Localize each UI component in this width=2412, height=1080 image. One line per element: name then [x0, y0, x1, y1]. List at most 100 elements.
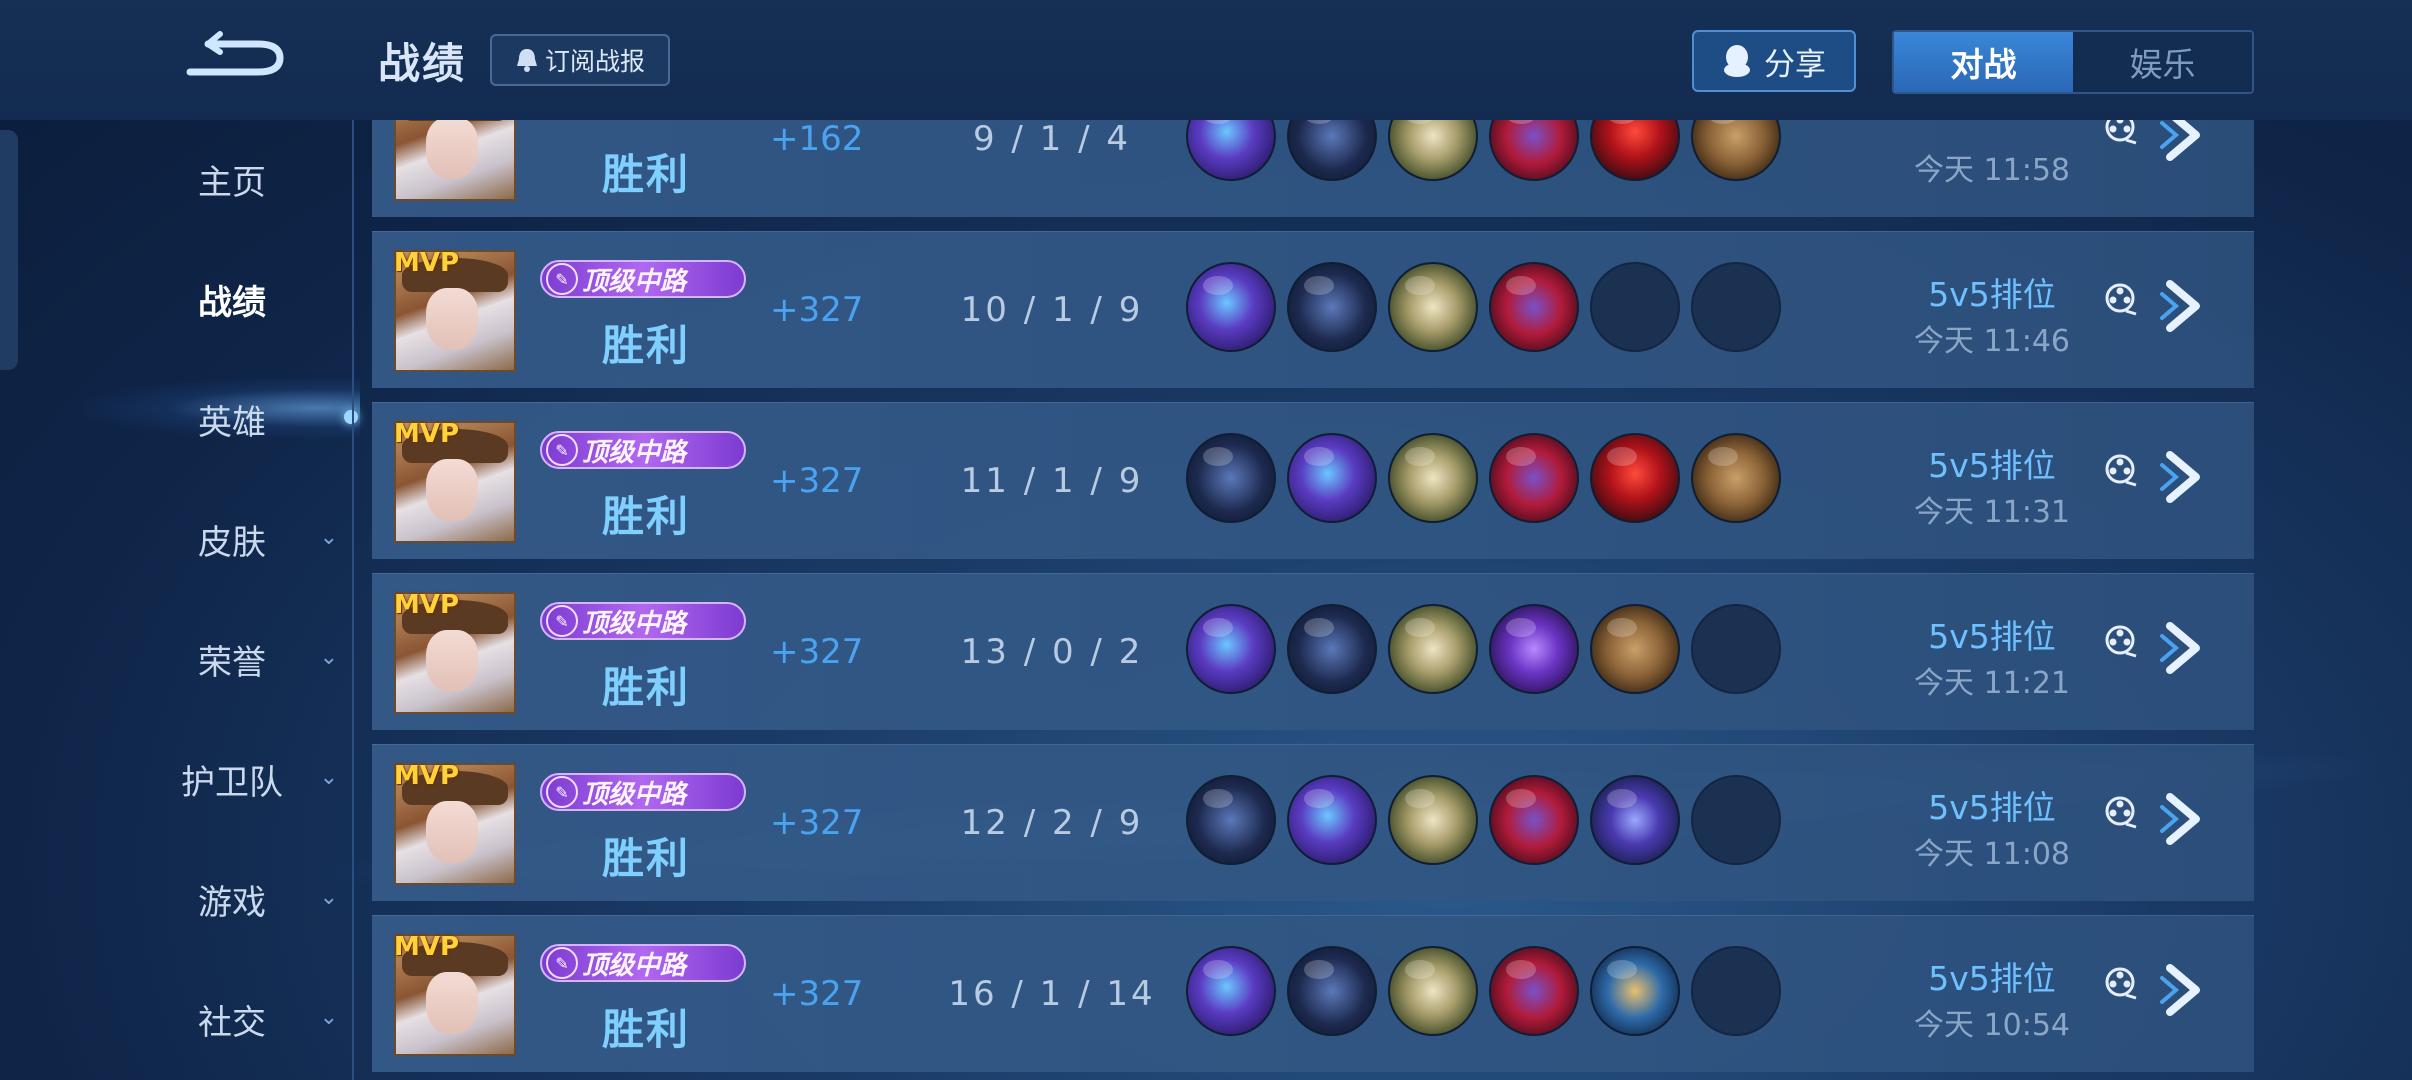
hero-avatar: MVP [394, 590, 516, 714]
item-icon [1287, 262, 1377, 352]
subscribe-label: 订阅战报 [544, 47, 645, 76]
chevron-down-icon: ⌄ [319, 765, 338, 790]
match-row[interactable]: MVP ✎ 顶级中路 胜利 +327 16 / 1 / 14 5v5排位 今天 … [372, 915, 2254, 1072]
role-badge-label: 顶级中路 [582, 266, 687, 297]
score-change: +327 [770, 974, 864, 1014]
mage-role-icon: ✎ [546, 263, 578, 295]
item-icon [1186, 433, 1276, 523]
match-row[interactable]: MVP ✎ 顶级中路 胜利 +327 13 / 0 / 2 5v5排位 今天 1… [372, 573, 2254, 730]
qq-penguin-icon [1724, 45, 1750, 77]
equipment-list [1186, 946, 1781, 1036]
sidebar-item-honors[interactable]: 荣誉 ⌄ [150, 629, 350, 689]
share-button[interactable]: 分享 [1692, 30, 1856, 92]
replay-reel-icon[interactable] [2100, 120, 2140, 147]
mode-toggle: 对战 娱乐 [1892, 30, 2254, 94]
mvp-badge: MVP [394, 761, 460, 791]
match-row[interactable]: MVP ✎ 顶级中路 胜利 +327 12 / 2 / 9 5v5排位 今天 1… [372, 744, 2254, 901]
back-arrow-icon[interactable] [180, 26, 290, 86]
item-icon [1287, 433, 1377, 523]
sidebar-item-home[interactable]: 主页 [150, 149, 350, 209]
hero-face [426, 120, 478, 179]
sidebar: 主页 战绩 英雄 皮肤 ⌄ 荣誉 ⌄ 护卫队 ⌄ 游戏 ⌄ 社交 ⌄ [0, 120, 360, 1080]
subscribe-report-button[interactable]: 订阅战报 [490, 34, 670, 86]
chevron-right-icon[interactable] [2158, 789, 2208, 849]
sidebar-item-label: 荣誉 [198, 642, 266, 683]
replay-reel-icon[interactable] [2100, 449, 2140, 489]
match-result: 胜利 [602, 492, 691, 541]
sidebar-item-game[interactable]: 游戏 ⌄ [150, 869, 350, 929]
chevron-right-icon[interactable] [2158, 618, 2208, 678]
hero-face [426, 459, 478, 521]
match-mode: 5v5排位 [1928, 959, 2056, 998]
item-icon [1489, 262, 1579, 352]
item-icon [1186, 120, 1276, 181]
item-icon [1590, 775, 1680, 865]
chevron-right-icon[interactable] [2158, 120, 2208, 165]
chevron-right-icon[interactable] [2158, 960, 2208, 1020]
match-row[interactable]: MVP ✎ 顶级中路 胜利 +327 10 / 1 / 9 5v5排位 今天 1… [372, 231, 2254, 388]
chevron-right-icon[interactable] [2158, 276, 2208, 336]
item-icon [1287, 120, 1377, 181]
kda: 9 / 1 / 4 [972, 120, 1132, 159]
replay-reel-icon[interactable] [2100, 962, 2140, 1002]
match-time: 今天 11:08 [1914, 837, 2070, 872]
sidebar-item-records[interactable]: 战绩 [150, 269, 350, 329]
chevron-down-icon: ⌄ [319, 645, 338, 670]
sidebar-item-heroes[interactable]: 英雄 [150, 389, 350, 449]
chevron-down-icon: ⌄ [319, 885, 338, 910]
item-icon [1287, 775, 1377, 865]
hero-avatar: MVP [394, 419, 516, 543]
mage-role-icon: ✎ [546, 605, 578, 637]
tab-entertainment[interactable]: 娱乐 [2073, 32, 2252, 92]
sidebar-item-label: 英雄 [198, 402, 266, 443]
item-icon [1489, 775, 1579, 865]
item-icon [1388, 775, 1478, 865]
replay-reel-icon[interactable] [2100, 278, 2140, 318]
sidebar-item-social[interactable]: 社交 ⌄ [150, 989, 350, 1049]
replay-reel-icon[interactable] [2100, 791, 2140, 831]
empty-item-slot [1691, 946, 1781, 1036]
item-icon [1489, 120, 1579, 181]
item-icon [1489, 946, 1579, 1036]
role-badge-label: 顶级中路 [582, 608, 687, 639]
score-change: +327 [770, 632, 864, 672]
score-change: +327 [770, 461, 864, 501]
equipment-list [1186, 120, 1781, 181]
kda: 13 / 0 / 2 [960, 632, 1144, 672]
item-icon [1186, 946, 1276, 1036]
mage-role-icon: ✎ [546, 434, 578, 466]
match-time: 今天 11:31 [1914, 495, 2070, 530]
item-icon [1388, 262, 1478, 352]
kda: 16 / 1 / 14 [948, 974, 1156, 1014]
equipment-list [1186, 775, 1781, 865]
hero-face [426, 288, 478, 350]
top-bar: 战绩 订阅战报 分享 对战 娱乐 [0, 0, 2412, 120]
sidebar-divider [352, 120, 354, 1080]
match-mode: 5v5排位 [1928, 446, 2056, 485]
sidebar-item-label: 游戏 [198, 882, 266, 923]
match-list[interactable]: 胜利 +162 9 / 1 / 4 今天 11:58 MVP ✎ 顶级中路 胜利… [372, 120, 2254, 1080]
sidebar-item-guard-team[interactable]: 护卫队 ⌄ [150, 749, 350, 809]
match-mode: 5v5排位 [1928, 788, 2056, 827]
item-icon [1186, 604, 1276, 694]
hero-avatar: MVP [394, 932, 516, 1056]
role-badge: ✎ 顶级中路 [540, 431, 746, 469]
match-row[interactable]: MVP ✎ 顶级中路 胜利 +327 11 / 1 / 9 5v5排位 今天 1… [372, 402, 2254, 559]
hero-face [426, 801, 478, 863]
item-icon [1590, 433, 1680, 523]
chevron-right-icon[interactable] [2158, 447, 2208, 507]
score-change: +327 [770, 290, 864, 330]
match-time: 今天 11:21 [1914, 666, 2070, 701]
tab-battle[interactable]: 对战 [1894, 32, 2073, 92]
replay-reel-icon[interactable] [2100, 620, 2140, 660]
match-result: 胜利 [602, 321, 691, 370]
hero-avatar: MVP [394, 248, 516, 372]
match-row[interactable]: 胜利 +162 9 / 1 / 4 今天 11:58 [372, 120, 2254, 217]
sidebar-item-skins[interactable]: 皮肤 ⌄ [150, 509, 350, 569]
empty-item-slot [1691, 775, 1781, 865]
item-icon [1186, 262, 1276, 352]
item-icon [1388, 604, 1478, 694]
kda: 11 / 1 / 9 [960, 461, 1144, 501]
equipment-list [1186, 433, 1781, 523]
item-icon [1388, 946, 1478, 1036]
